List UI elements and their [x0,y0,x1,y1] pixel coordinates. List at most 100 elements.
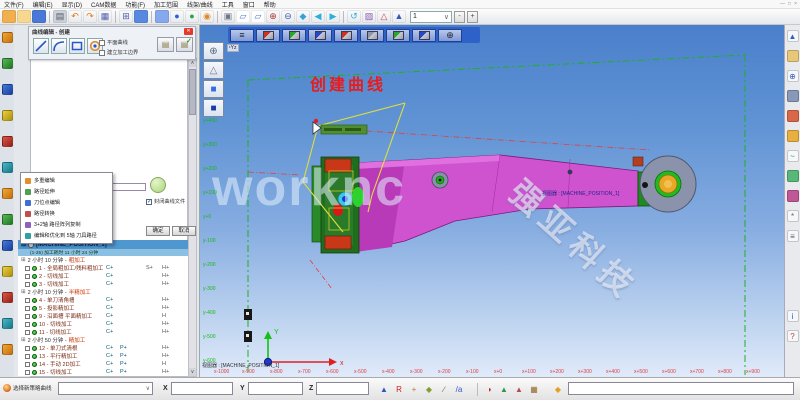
cad-tool-icon[interactable] [2,32,13,43]
measure-icon[interactable]: △ [377,10,391,23]
machining-boundary-checkbox[interactable]: 建立加工边界 [99,49,138,56]
pencil-edit-icon[interactable]: ∕ [437,382,451,396]
mountain-icon[interactable]: ▲ [497,382,511,396]
zoom-level-combo[interactable]: 1∨ [410,11,452,23]
cone-wireframe-icon[interactable]: △ [203,61,224,79]
toolpath-row[interactable]: 13 - 平行精加工C+P+H+ [18,352,188,360]
undo-icon[interactable]: ↶ [68,10,82,23]
select-pointer-icon[interactable]: ▲ [787,30,799,42]
expand-icon[interactable]: ⊞ [21,257,26,263]
pick-pointer-icon[interactable]: ▲ [377,382,391,396]
cad-tool-icon[interactable] [2,240,13,251]
curve-tool-icon[interactable]: ~ [787,150,799,162]
gear-icon[interactable]: * [787,210,799,222]
checkbox-checked-icon[interactable]: ✓ [146,199,152,205]
menu-item[interactable]: 加工范围 [154,0,178,9]
toolbar-small-button[interactable]: - [454,11,465,23]
close-icon[interactable]: ✕ [184,28,193,35]
context-menu-item[interactable]: 编辑和优化到 5轴 刀具路径 [21,230,112,241]
toolpath-row[interactable]: 15 - 切线加工C+P+H+ [18,368,188,376]
row-checkbox[interactable] [25,298,30,303]
layers-icon[interactable]: ≡ [787,230,799,242]
ok-button[interactable]: 确定 [146,226,170,236]
pan-right-icon[interactable]: ▶ [326,10,340,23]
redo-point-icon[interactable]: ◑ [482,382,496,396]
sketch-icon[interactable]: ▨ [362,10,376,23]
rectangle-tool-button[interactable] [69,38,85,54]
cad-tool-icon[interactable] [2,110,13,121]
menu-item[interactable]: 工具 [222,0,234,9]
chevron-down-icon[interactable]: ∨ [444,13,449,21]
view-bottom-blue-icon[interactable] [412,29,436,42]
hand-pan-icon[interactable] [787,50,799,62]
help-icon[interactable]: ? [787,330,799,342]
toolpath-row[interactable]: 10 - 切线加工C+H+ [18,320,188,328]
window-control-icon[interactable]: □ [788,1,791,7]
person-flag-icon[interactable]: ▲ [512,382,526,396]
context-menu-item[interactable]: 路径转换 [21,208,112,219]
print-icon[interactable]: ▤ [53,10,67,23]
row-checkbox[interactable] [25,370,30,375]
menu-item[interactable]: 显示(D) [62,0,82,9]
view-iso-mixed-icon[interactable] [386,29,410,42]
save-icon[interactable] [32,10,46,23]
tree-group-header[interactable]: ⊞2 小时 10 分钟 - 半精加工 [18,288,188,296]
sphere-orange-icon[interactable]: ◉ [200,10,214,23]
view-top-blue-icon[interactable] [308,29,332,42]
context-menu-item[interactable]: 刀位点编辑 [21,197,112,208]
cancel-button[interactable]: 取消 [172,226,196,236]
tree-group-header[interactable]: ⊞2 小时 50 分钟 - 精加工 [18,336,188,344]
row-checkbox[interactable] [25,330,30,335]
context-menu-item[interactable]: 路径延伸 [21,186,112,197]
toolpath-row[interactable]: 12 - 单刀式清根C+P+H+ [18,344,188,352]
context-menu-item[interactable]: 3+2轴 路径阵列复制 [21,219,112,230]
row-checkbox[interactable] [25,282,30,287]
command-input[interactable] [568,382,794,395]
pan-hand-icon[interactable]: + [407,382,421,396]
cad-tool-icon[interactable] [2,214,13,225]
toolpath-icon[interactable] [787,190,799,202]
cad-tool-icon[interactable] [2,318,13,329]
x-coord-input[interactable] [171,382,233,395]
expand-icon[interactable]: ⊞ [21,337,26,343]
pencil-icon[interactable] [787,130,799,142]
view-rotate-icon[interactable] [334,29,358,42]
toolpath-row[interactable]: 5 - 投影精加工C+H+ [18,304,188,312]
window-control-icon[interactable]: × [794,1,797,7]
cad-tool-icon[interactable] [2,162,13,173]
view-menu-icon[interactable]: ≡ [230,29,254,42]
pick-r-pointer-icon[interactable]: R [392,382,406,396]
cad-tool-icon[interactable] [2,84,13,95]
copy-curve-icon[interactable]: ▤ [157,37,174,52]
select-user-icon[interactable]: ▲ [392,10,406,23]
menu-item[interactable]: 帮助 [264,0,276,9]
grid-view-icon[interactable]: ▦ [98,10,112,23]
view-iso-red-icon[interactable] [256,29,280,42]
menu-item[interactable]: CAM数据 [91,0,116,9]
arc-tool-button[interactable] [51,38,67,54]
orbit-view-icon[interactable]: ↺ [347,10,361,23]
camera-icon[interactable]: ▣ [221,10,235,23]
row-checkbox[interactable] [25,266,30,271]
snap-icon[interactable]: ◆ [551,382,565,396]
planar-curve-checkbox[interactable]: 平面曲线 [99,39,128,46]
apply-check-icon[interactable]: ✓ [186,37,192,45]
cad-tool-icon[interactable] [2,292,13,303]
scroll-thumb[interactable] [189,69,196,115]
info-icon[interactable]: i [787,310,799,322]
tree-group-header[interactable]: ⊞2 小时 10 分钟 - 粗加工 [18,256,188,264]
toolpath-row[interactable]: 11 - 切线加工C+H+ [18,328,188,336]
grid-edit-icon[interactable]: ▦ [527,382,541,396]
scroll-up-icon[interactable]: ∧ [189,59,196,67]
view-zoom-icon[interactable]: ⊕ [438,29,462,42]
panel-scrollbar[interactable]: ∧ ∨ [188,58,197,377]
z-coord-input[interactable] [316,382,369,395]
toolpath-row[interactable]: 4 - 单刀清角槽C+H+ [18,296,188,304]
toolpath-row[interactable]: 2 - 切线加工C+H+ [18,272,188,280]
cad-tool-icon[interactable] [2,188,13,199]
paint-icon[interactable] [787,110,799,122]
row-checkbox[interactable] [25,362,30,367]
expand-icon[interactable]: ⊞ [21,289,26,295]
menu-item[interactable]: 窗口 [243,0,255,9]
row-checkbox[interactable] [25,322,30,327]
